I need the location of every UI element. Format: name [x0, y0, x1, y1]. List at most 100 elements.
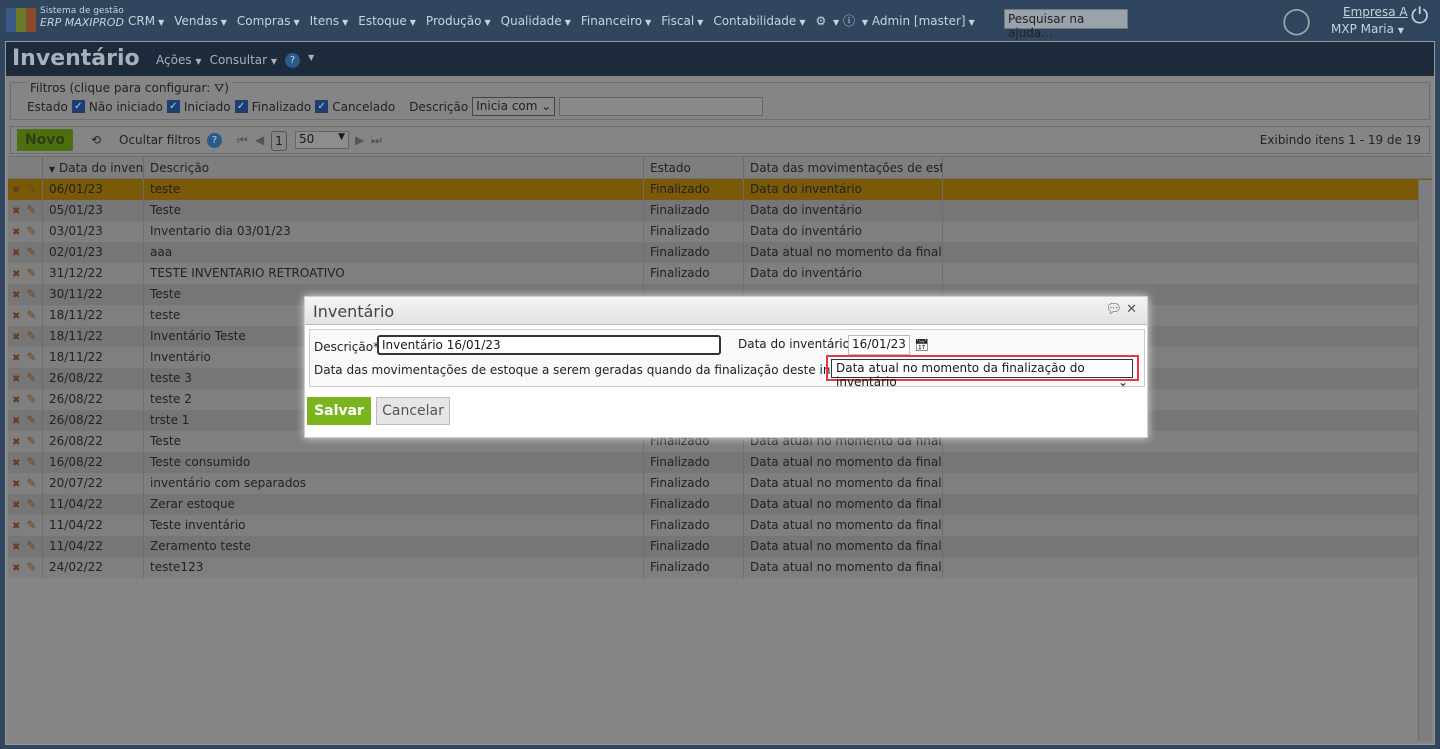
- menu-item[interactable]: Financeiro ▼: [581, 14, 651, 28]
- edit-icon[interactable]: ✎: [26, 455, 36, 469]
- company-link[interactable]: Empresa A: [1343, 5, 1408, 19]
- header-movimentacoes[interactable]: Data das movimentações de estoqu: [744, 157, 943, 178]
- search-help-input[interactable]: Pesquisar na ajuda...: [1004, 9, 1128, 40]
- data-inventario-input[interactable]: 16/01/23: [848, 335, 910, 355]
- table-row[interactable]: ✖ ✎ 05/01/23 Teste Finalizado Data do inventá…: [8, 200, 1432, 221]
- delete-icon[interactable]: ✖: [12, 332, 20, 343]
- user-menu[interactable]: MXP Maria ▼: [1331, 22, 1404, 36]
- edit-icon[interactable]: ✎: [26, 434, 36, 448]
- help-circle-icon[interactable]: ⓘ ▼: [843, 14, 868, 28]
- edit-icon[interactable]: ✎: [26, 392, 36, 406]
- menu-item[interactable]: CRM ▼: [128, 14, 164, 28]
- delete-icon[interactable]: ✖: [12, 227, 20, 238]
- last-page-icon[interactable]: ⏭: [371, 133, 382, 148]
- delete-icon[interactable]: ✖: [12, 290, 20, 301]
- match-mode-select[interactable]: Inicia com ⌄: [472, 97, 556, 116]
- refresh-icon[interactable]: ⟲: [91, 133, 101, 147]
- next-page-icon[interactable]: ▶: [355, 133, 364, 147]
- gear-icon[interactable]: ⚙ ▼: [815, 14, 839, 28]
- checkbox-iniciado[interactable]: ✓: [166, 100, 180, 113]
- edit-icon[interactable]: ✎: [26, 245, 36, 259]
- filters-legend[interactable]: Filtros (clique para configurar: ⛛): [27, 81, 232, 96]
- menu-item[interactable]: Itens ▼: [310, 14, 349, 28]
- edit-icon[interactable]: ✎: [26, 224, 36, 238]
- delete-icon[interactable]: ✖: [12, 395, 20, 406]
- delete-icon[interactable]: ✖: [12, 374, 20, 385]
- prev-page-icon[interactable]: ◀: [255, 133, 264, 147]
- menu-item[interactable]: Estoque ▼: [358, 14, 416, 28]
- delete-icon[interactable]: ✖: [12, 248, 20, 259]
- delete-icon[interactable]: ✖: [12, 500, 20, 511]
- delete-icon[interactable]: ✖: [12, 416, 20, 427]
- checkbox-nao-iniciado[interactable]: ✓: [71, 100, 85, 113]
- filter-icon[interactable]: ⛛: [214, 81, 224, 95]
- checkbox-finalizado[interactable]: ✓: [234, 100, 248, 113]
- header-data[interactable]: ▼ Data do invent: [43, 157, 144, 178]
- first-page-icon[interactable]: ⏮: [237, 133, 248, 148]
- menu-item[interactable]: Vendas ▼: [174, 14, 227, 28]
- table-row[interactable]: ✖ ✎ 11/04/22 Teste inventário Finalizado Data…: [8, 515, 1432, 536]
- checkbox-cancelado[interactable]: ✓: [315, 100, 329, 113]
- vertical-scrollbar[interactable]: [1418, 180, 1432, 741]
- chat-icon[interactable]: ◯: [1282, 6, 1311, 36]
- menu-item[interactable]: Contabilidade ▼: [713, 14, 805, 28]
- delete-icon[interactable]: ✖: [12, 269, 20, 280]
- edit-icon[interactable]: ✎: [26, 539, 36, 553]
- power-icon[interactable]: ⏻: [1411, 4, 1428, 29]
- movimentacoes-select[interactable]: Data atual no momento da finalização do …: [831, 359, 1133, 389]
- edit-icon[interactable]: ✎: [26, 182, 36, 196]
- calendar-icon[interactable]: 📅︎: [914, 338, 929, 352]
- table-row[interactable]: ✖ ✎ 16/08/22 Teste consumido Finalizado Data …: [8, 452, 1432, 473]
- delete-icon[interactable]: ✖: [12, 563, 20, 574]
- table-row[interactable]: ✖ ✎ 11/04/22 Zeramento teste Finalizado Data …: [8, 536, 1432, 557]
- menu-item[interactable]: Fiscal ▼: [661, 14, 703, 28]
- delete-icon[interactable]: ✖: [12, 311, 20, 322]
- edit-icon[interactable]: ✎: [26, 287, 36, 301]
- delete-icon[interactable]: ✖: [12, 206, 20, 217]
- hide-filters-button[interactable]: Ocultar filtros: [119, 133, 201, 147]
- edit-icon[interactable]: ✎: [26, 497, 36, 511]
- edit-icon[interactable]: ✎: [26, 329, 36, 343]
- page-number[interactable]: 1: [271, 131, 287, 151]
- help-icon[interactable]: ?: [285, 53, 301, 68]
- edit-icon[interactable]: ✎: [26, 266, 36, 280]
- table-row[interactable]: ✖ ✎ 03/01/23 Inventario dia 03/01/23 Finaliz…: [8, 221, 1432, 242]
- delete-icon[interactable]: ✖: [12, 521, 20, 532]
- header-estado[interactable]: Estado: [644, 157, 744, 178]
- delete-icon[interactable]: ✖: [12, 479, 20, 490]
- menu-item[interactable]: Qualidade ▼: [501, 14, 571, 28]
- table-row[interactable]: ✖ ✎ 11/04/22 Zerar estoque Finalizado Data at…: [8, 494, 1432, 515]
- consultar-menu[interactable]: Consultar ▼: [210, 53, 278, 68]
- delete-icon[interactable]: ✖: [12, 185, 20, 196]
- table-row[interactable]: ✖ ✎ 31/12/22 TESTE INVENTARIO RETROATIVO Fin…: [8, 263, 1432, 284]
- new-button[interactable]: Novo: [17, 129, 73, 151]
- help-dropdown-icon[interactable]: ▼: [308, 53, 314, 68]
- descricao-input[interactable]: Inventário 16/01/23: [377, 335, 721, 355]
- table-row[interactable]: ✖ ✎ 20/07/22 inventário com separados Finali…: [8, 473, 1432, 494]
- edit-icon[interactable]: ✎: [26, 371, 36, 385]
- acoes-menu[interactable]: Ações ▼: [156, 53, 202, 68]
- edit-icon[interactable]: ✎: [26, 560, 36, 574]
- delete-icon[interactable]: ✖: [12, 437, 20, 448]
- edit-icon[interactable]: ✎: [26, 350, 36, 364]
- header-descricao[interactable]: Descrição: [144, 157, 644, 178]
- table-row[interactable]: ✖ ✎ 02/01/23 aaa Finalizado Data atual no mom…: [8, 242, 1432, 263]
- comment-icon[interactable]: 💬︎: [1105, 302, 1122, 317]
- table-row[interactable]: ✖ ✎ 24/02/22 teste123 Finalizado Data atual n…: [8, 557, 1432, 578]
- close-icon[interactable]: ✕: [1126, 302, 1137, 317]
- admin-menu[interactable]: Admin [master] ▼: [872, 14, 975, 28]
- per-page-select[interactable]: 50 ▼: [295, 131, 349, 149]
- table-row[interactable]: ✖ ✎ 06/01/23 teste Finalizado Data do inventá…: [8, 179, 1432, 200]
- menu-item[interactable]: Compras ▼: [237, 14, 300, 28]
- delete-icon[interactable]: ✖: [12, 458, 20, 469]
- edit-icon[interactable]: ✎: [26, 308, 36, 322]
- edit-icon[interactable]: ✎: [26, 203, 36, 217]
- descricao-filter-input[interactable]: [559, 97, 764, 116]
- edit-icon[interactable]: ✎: [26, 476, 36, 490]
- delete-icon[interactable]: ✖: [12, 542, 20, 553]
- edit-icon[interactable]: ✎: [26, 413, 36, 427]
- menu-item[interactable]: Produção ▼: [426, 14, 491, 28]
- help-icon[interactable]: ?: [207, 133, 222, 148]
- edit-icon[interactable]: ✎: [26, 518, 36, 532]
- delete-icon[interactable]: ✖: [12, 353, 20, 364]
